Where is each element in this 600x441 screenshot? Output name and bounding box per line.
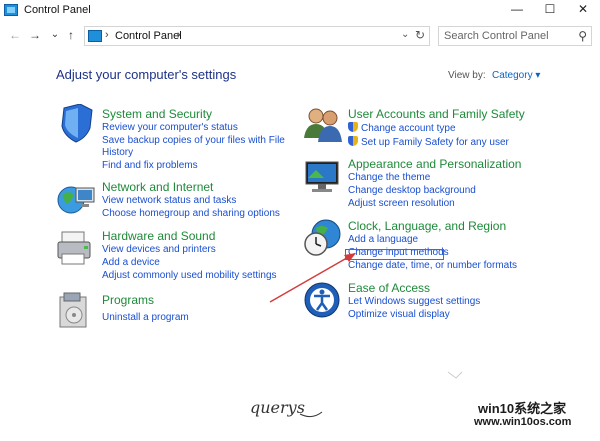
title-bar: Control Panel — ☐ ✕ [0,0,600,22]
search-icon[interactable]: ⚲ [578,29,587,43]
link-review-status[interactable]: Review your computer's status [102,122,238,134]
link-family-safety[interactable]: Set up Family Safety for any user [348,136,509,149]
recent-locations-icon[interactable]: ⌄ [48,27,62,43]
chevron-right-icon[interactable]: › [177,29,181,41]
network-globe-icon[interactable] [56,180,98,220]
view-by-label: View by: [448,70,486,81]
link-suggest-settings[interactable]: Let Windows suggest settings [348,296,480,308]
address-bar[interactable]: › Control Panel › ⌄ ↻ [84,26,430,46]
back-arrow-icon[interactable]: ← [8,27,22,43]
category-user-accounts[interactable]: User Accounts and Family Safety [348,107,525,121]
breadcrumb-control-panel[interactable]: Control Panel [115,30,182,42]
category-clock-language-region[interactable]: Clock, Language, and Region [348,219,506,233]
maximize-button[interactable]: ☐ [535,0,565,20]
link-change-account-type[interactable]: Change account type [348,122,456,135]
chevron-right-icon[interactable]: › [105,29,109,41]
link-mobility-settings[interactable]: Adjust commonly used mobility settings [102,270,277,282]
link-backup-file-history-cont[interactable]: History [102,147,133,159]
link-homegroup-sharing[interactable]: Choose homegroup and sharing options [102,208,280,220]
search-placeholder: Search Control Panel [444,30,549,42]
monitor-icon[interactable] [302,158,344,198]
category-network-internet[interactable]: Network and Internet [102,180,213,194]
link-desktop-background[interactable]: Change desktop background [348,185,476,197]
navigation-bar: ← → ⌄ ↑ › Control Panel › ⌄ ↻ Search Con… [0,24,600,48]
link-change-theme[interactable]: Change the theme [348,172,430,184]
uac-shield-icon [348,122,358,132]
close-button[interactable]: ✕ [568,0,598,20]
link-label[interactable]: Set up Family Safety for any user [361,137,509,148]
window-title: Control Panel [24,4,91,16]
category-appearance[interactable]: Appearance and Personalization [348,157,521,171]
refresh-icon[interactable]: ↻ [415,28,425,42]
link-devices-printers[interactable]: View devices and printers [102,244,216,256]
site-watermark-url: www.win10os.com [474,416,572,428]
programs-icon[interactable] [56,291,98,331]
clock-globe-icon[interactable] [302,218,344,258]
signature-watermark: querys [250,398,305,417]
uac-shield-icon [348,136,358,146]
page-title: Adjust your computer's settings [56,67,237,82]
control-panel-icon [88,30,102,42]
site-watermark-logo: win10系统之家 [478,401,567,416]
shield-icon[interactable] [56,104,98,144]
annotation-highlight-box [345,249,444,260]
link-date-time-formats[interactable]: Change date, time, or number formats [348,260,517,272]
link-network-status[interactable]: View network status and tasks [102,195,236,207]
link-backup-file-history[interactable]: Save backup copies of your files with Fi… [102,135,285,147]
category-hardware-sound[interactable]: Hardware and Sound [102,229,215,243]
search-input[interactable]: Search Control Panel ⚲ [438,26,592,46]
control-panel-icon [4,4,18,16]
category-programs[interactable]: Programs [102,293,154,307]
printer-icon[interactable] [56,228,98,268]
minimize-button[interactable]: — [502,0,532,20]
ease-of-access-icon[interactable] [302,280,344,320]
link-add-device[interactable]: Add a device [102,257,160,269]
link-add-language[interactable]: Add a language [348,234,418,246]
category-ease-of-access[interactable]: Ease of Access [348,281,430,295]
category-system-security[interactable]: System and Security [102,107,212,121]
view-by-dropdown[interactable]: Category ▾ [492,70,540,81]
users-icon[interactable] [302,104,344,144]
link-label[interactable]: Change account type [361,123,456,134]
link-uninstall-program[interactable]: Uninstall a program [102,312,189,324]
link-optimize-visual[interactable]: Optimize visual display [348,309,450,321]
link-find-fix-problems[interactable]: Find and fix problems [102,160,198,172]
link-screen-resolution[interactable]: Adjust screen resolution [348,198,455,210]
chevron-down-icon[interactable]: ⌄ [401,29,409,40]
up-arrow-icon[interactable]: ↑ [64,27,78,43]
forward-arrow-icon[interactable]: → [28,27,42,43]
